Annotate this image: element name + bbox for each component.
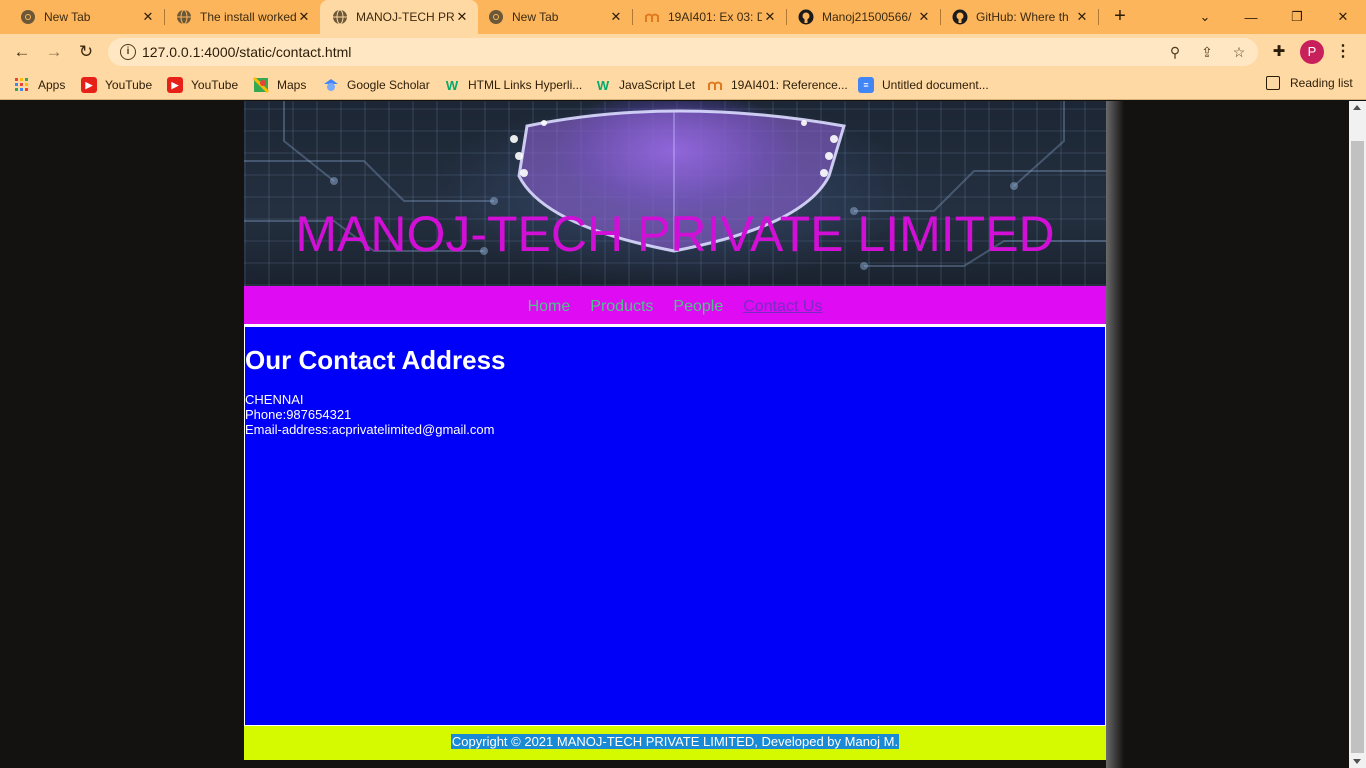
maps-icon bbox=[253, 77, 269, 93]
tab-manoj-github[interactable]: Manoj21500566/ ✕ bbox=[778, 0, 940, 34]
address-bar[interactable]: i 127.0.0.1:4000/static/contact.html ⚲ ⇪… bbox=[108, 38, 1258, 66]
tab-manoj-tech[interactable]: MANOJ-TECH PRIVATE ✕ bbox=[320, 0, 478, 34]
docs-icon: ≡ bbox=[858, 77, 874, 93]
bookmark-google-scholar[interactable]: Google Scholar bbox=[323, 76, 430, 94]
bookmark-19ai401[interactable]: 19AI401: Reference... bbox=[707, 76, 848, 94]
header-banner: MANOJ-TECH PRIVATE LIMITED bbox=[244, 101, 1106, 286]
w3schools-icon: W bbox=[596, 77, 610, 93]
scroll-down-arrow-icon[interactable] bbox=[1353, 759, 1361, 764]
bookmark-label: Apps bbox=[38, 78, 66, 92]
tab-search-icon[interactable]: ⌄ bbox=[1182, 0, 1228, 34]
back-arrow-icon[interactable]: ← bbox=[10, 40, 34, 64]
tab-19ai401[interactable]: 19AI401: Ex 03: D ✕ bbox=[624, 0, 786, 34]
tab-title: Manoj21500566/ bbox=[822, 10, 912, 24]
profile-avatar[interactable]: P bbox=[1300, 40, 1324, 64]
bookmark-untitled-document[interactable]: ≡ Untitled document... bbox=[858, 76, 989, 94]
bookmark-label: JavaScript Let bbox=[619, 78, 696, 92]
site-info-icon[interactable]: i bbox=[120, 44, 136, 60]
site-nav: Home Products People Contact Us bbox=[244, 286, 1106, 324]
close-icon[interactable]: ✕ bbox=[1074, 9, 1090, 25]
bookmark-youtube-1[interactable]: ▶ YouTube bbox=[81, 76, 152, 94]
nav-people-link[interactable]: People bbox=[673, 298, 723, 316]
tab-title: 19AI401: Ex 03: D bbox=[668, 10, 762, 24]
tab-install-worked[interactable]: The install worked ✕ bbox=[156, 0, 320, 34]
site-footer: Copyright © 2021 MANOJ-TECH PRIVATE LIMI… bbox=[244, 726, 1106, 760]
github-icon bbox=[952, 9, 968, 25]
tab-title: GitHub: Where th bbox=[976, 10, 1069, 24]
tab-new-tab-1[interactable]: New Tab ✕ bbox=[0, 0, 164, 34]
moodle-icon bbox=[707, 77, 723, 93]
copyright-text: Copyright © 2021 MANOJ-TECH PRIVATE LIMI… bbox=[450, 734, 900, 749]
reading-list-icon bbox=[1266, 76, 1280, 90]
bookmarks-bar: Apps ▶ YouTube ▶ YouTube Maps Google Sch… bbox=[0, 70, 1366, 100]
vertical-scrollbar[interactable] bbox=[1349, 101, 1366, 768]
tab-title: MANOJ-TECH PRIVATE bbox=[356, 10, 454, 24]
zoom-icon[interactable]: ⚲ bbox=[1166, 43, 1184, 61]
bookmark-html-links[interactable]: W HTML Links Hyperli... bbox=[444, 76, 582, 94]
tab-title: New Tab bbox=[512, 10, 559, 24]
new-tab-button[interactable]: + bbox=[1108, 5, 1132, 29]
bookmark-label: Google Scholar bbox=[347, 78, 430, 92]
forward-arrow-icon[interactable]: → bbox=[42, 40, 66, 64]
contact-content: Our Contact Address CHENNAI Phone:987654… bbox=[245, 327, 1105, 725]
nav-products-link[interactable]: Products bbox=[590, 298, 653, 316]
globe-icon bbox=[332, 9, 348, 25]
url-text[interactable]: 127.0.0.1:4000/static/contact.html bbox=[142, 44, 351, 60]
scrollbar-thumb[interactable] bbox=[1351, 141, 1364, 753]
site-container: MANOJ-TECH PRIVATE LIMITED Home Products… bbox=[244, 101, 1106, 760]
bookmark-youtube-2[interactable]: ▶ YouTube bbox=[167, 76, 238, 94]
chrome-icon bbox=[20, 9, 36, 25]
reading-list-label: Reading list bbox=[1290, 76, 1353, 90]
contact-city: CHENNAI bbox=[245, 392, 304, 407]
close-window-button[interactable]: ✕ bbox=[1320, 0, 1366, 34]
menu-dots-icon[interactable]: ⋮ bbox=[1334, 43, 1352, 61]
scroll-up-arrow-icon[interactable] bbox=[1353, 105, 1361, 110]
apps-grid-icon bbox=[14, 77, 30, 93]
youtube-icon: ▶ bbox=[81, 77, 97, 93]
reading-list-button[interactable]: Reading list bbox=[1266, 76, 1353, 90]
bookmark-label: HTML Links Hyperli... bbox=[468, 78, 583, 92]
browser-toolbar: ← → ↻ i 127.0.0.1:4000/static/contact.ht… bbox=[0, 34, 1366, 70]
github-icon bbox=[798, 9, 814, 25]
bookmark-maps[interactable]: Maps bbox=[253, 76, 306, 94]
tab-title: The install worked bbox=[200, 10, 296, 24]
contact-phone: Phone:987654321 bbox=[245, 407, 352, 422]
youtube-icon: ▶ bbox=[167, 77, 183, 93]
site-title: MANOJ-TECH PRIVATE LIMITED bbox=[295, 206, 1055, 262]
bookmark-label: Untitled document... bbox=[882, 78, 989, 92]
chrome-icon bbox=[488, 9, 504, 25]
contact-email: Email-address:acprivatelimited@gmail.com bbox=[245, 422, 495, 437]
bookmark-label: YouTube bbox=[105, 78, 153, 92]
close-icon[interactable]: ✕ bbox=[608, 9, 624, 25]
bookmark-label: YouTube bbox=[191, 78, 239, 92]
extensions-puzzle-icon[interactable]: ✚ bbox=[1270, 43, 1288, 61]
bookmark-label: 19AI401: Reference... bbox=[731, 78, 848, 92]
bookmark-apps[interactable]: Apps bbox=[14, 76, 65, 94]
close-icon[interactable]: ✕ bbox=[916, 9, 932, 25]
bookmark-javascript-let[interactable]: W JavaScript Let bbox=[595, 76, 695, 94]
close-icon[interactable]: ✕ bbox=[140, 9, 156, 25]
minimize-button[interactable]: — bbox=[1228, 0, 1274, 34]
page-viewport: MANOJ-TECH PRIVATE LIMITED Home Products… bbox=[0, 101, 1366, 768]
share-icon[interactable]: ⇪ bbox=[1198, 43, 1216, 61]
w3schools-icon: W bbox=[445, 77, 459, 93]
nav-home-link[interactable]: Home bbox=[528, 298, 571, 316]
tab-strip: New Tab ✕ The install worked ✕ MANOJ-TEC… bbox=[0, 0, 1366, 34]
close-icon[interactable]: ✕ bbox=[762, 9, 778, 25]
page-heading: Our Contact Address bbox=[245, 345, 506, 375]
bookmark-star-icon[interactable]: ☆ bbox=[1230, 43, 1248, 61]
close-icon[interactable]: ✕ bbox=[454, 9, 470, 25]
reload-icon[interactable]: ↻ bbox=[74, 40, 98, 64]
globe-icon bbox=[176, 9, 192, 25]
bookmark-label: Maps bbox=[277, 78, 307, 92]
restore-button[interactable]: ❐ bbox=[1274, 0, 1320, 34]
close-icon[interactable]: ✕ bbox=[296, 9, 312, 25]
tab-title: New Tab bbox=[44, 10, 91, 24]
moodle-icon bbox=[644, 9, 660, 25]
tab-github[interactable]: GitHub: Where th ✕ bbox=[932, 0, 1098, 34]
scholar-icon bbox=[323, 77, 339, 93]
nav-contact-us-link[interactable]: Contact Us bbox=[743, 298, 822, 316]
contact-details: CHENNAI Phone:987654321 Email-address:ac… bbox=[245, 392, 1105, 437]
tab-new-tab-2[interactable]: New Tab ✕ bbox=[476, 0, 632, 34]
